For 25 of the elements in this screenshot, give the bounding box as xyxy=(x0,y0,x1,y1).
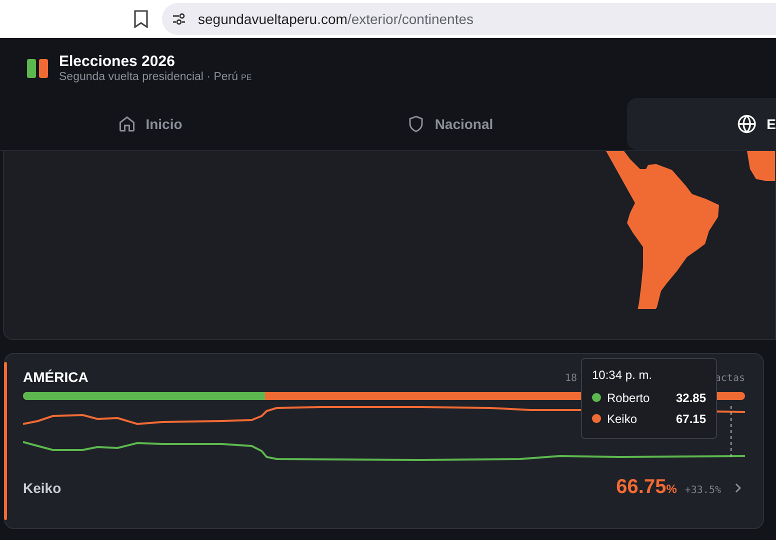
tune-icon xyxy=(172,12,186,26)
candidate-value: 67.15 xyxy=(676,412,706,426)
url-host: segundavueltaperu.com xyxy=(198,11,348,27)
leader-name: Keiko xyxy=(23,480,62,496)
bookmark-icon[interactable] xyxy=(134,10,148,28)
address-bar[interactable]: segundavueltaperu.com/exterior/continentes xyxy=(162,3,776,35)
leader-percent: 66.75% xyxy=(616,476,677,499)
site-subtitle: Segunda vuelta presidencial · Perú PE xyxy=(59,71,252,83)
site-title: Elecciones 2026 xyxy=(59,53,176,70)
candidate-name: Roberto xyxy=(607,390,651,404)
nav-tab[interactable]: Nacional xyxy=(300,98,600,150)
url-path: /exterior/continentes xyxy=(347,11,474,27)
globe-icon xyxy=(737,114,757,134)
candidate-value: 32.85 xyxy=(676,390,706,404)
tooltip-time: 10:34 p. m. xyxy=(592,368,654,382)
nav-tab[interactable]: E xyxy=(627,98,776,150)
cursor-line xyxy=(730,406,732,458)
home-icon xyxy=(118,115,136,133)
region-title: AMÉRICA xyxy=(23,369,88,385)
tally-count: 18 xyxy=(565,372,578,384)
shield-icon xyxy=(406,115,425,133)
nav-tab[interactable]: Inicio xyxy=(0,98,300,150)
margin-delta: +33.5% xyxy=(684,485,721,496)
candidate-name: Keiko xyxy=(607,412,638,426)
logo-icon xyxy=(27,58,48,78)
